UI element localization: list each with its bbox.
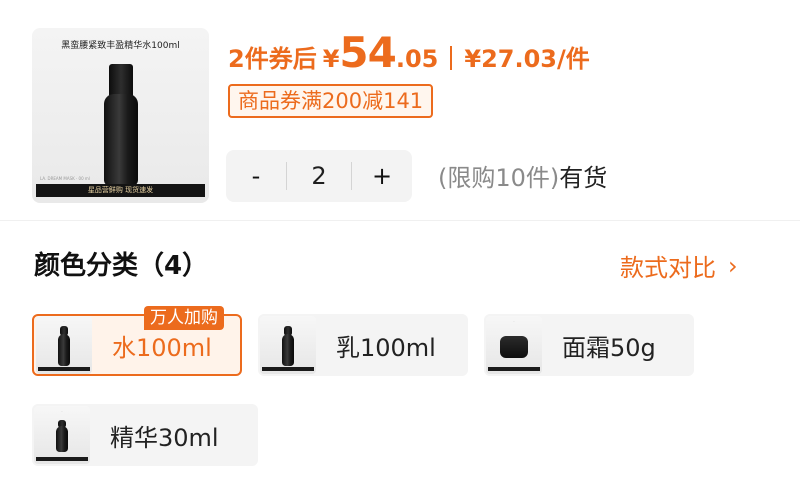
style-compare-link[interactable]: 款式对比 ›: [620, 248, 738, 283]
variant-thumbnail: .: [260, 316, 316, 374]
variant-thumbnail-caption: .: [513, 319, 515, 323]
variant-thumbnail-caption: .: [287, 319, 289, 323]
product-image-caption: 黑蛮腰紧致丰盈精华水100ml: [61, 41, 180, 51]
bottle-cap-graphic: [109, 64, 133, 98]
variant-thumbnail-caption: .: [63, 319, 65, 323]
stock-status: 有货: [559, 164, 608, 192]
per-item-price: ¥27.03/件: [464, 45, 590, 73]
purchase-limit: (限购10件): [438, 164, 560, 192]
price-decimal: .05: [395, 45, 439, 73]
variant-thumbnail-banner: [38, 367, 90, 371]
variant-thumbnail-banner: [36, 457, 88, 461]
variant-label: 精华30ml: [110, 423, 219, 452]
coupon-badge[interactable]: 商品券满200减141: [228, 84, 434, 118]
bottle-graphic: [104, 94, 138, 186]
variant-label: 水100ml: [112, 333, 212, 362]
product-image[interactable]: 黑蛮腰紧致丰盈精华水100ml LA. DREAM MASK · 00 ml 星…: [32, 28, 209, 203]
variant-section-title: 颜色分类（4）: [34, 251, 209, 281]
section-divider: [0, 220, 800, 221]
bottle-graphic: [58, 334, 70, 366]
product-image-fineprint: LA. DREAM MASK · 00 ml: [40, 176, 90, 181]
bottle-graphic: [282, 334, 294, 366]
price-integer: 54: [339, 28, 396, 77]
quantity-value[interactable]: 2: [286, 162, 352, 190]
increase-button[interactable]: +: [352, 162, 412, 190]
variant-thumbnail: .: [34, 406, 90, 464]
quantity-stepper: - 2 +: [226, 150, 412, 202]
price-currency: ¥: [322, 45, 340, 73]
variant-thumbnail: .: [486, 316, 542, 374]
variant-thumbnail-caption: .: [61, 409, 63, 413]
hot-badge: 万人加购: [144, 306, 224, 330]
decrease-button[interactable]: -: [226, 162, 286, 190]
variant-option-lotion[interactable]: . 乳100ml: [258, 314, 468, 376]
bottle-graphic: [56, 426, 68, 452]
price-line: 2件券后 ¥ 54 .05 ¥27.03/件: [228, 28, 590, 80]
variant-thumbnail-banner: [488, 367, 540, 371]
variant-label: 面霜50g: [562, 333, 656, 362]
chevron-right-icon: ›: [728, 251, 738, 280]
variant-option-cream[interactable]: . 面霜50g: [484, 314, 694, 376]
stock-info: (限购10件)有货: [438, 158, 607, 193]
product-image-banner: 星品营鲜购 现货速发: [36, 184, 205, 197]
price-prefix: 2件券后: [228, 45, 317, 73]
jar-graphic: [500, 336, 528, 358]
price-divider: [450, 46, 453, 70]
variant-option-essence[interactable]: . 精华30ml: [32, 404, 258, 466]
variant-thumbnail: .: [36, 316, 92, 374]
style-compare-label: 款式对比: [620, 254, 716, 282]
variant-thumbnail-banner: [262, 367, 314, 371]
variant-label: 乳100ml: [336, 333, 436, 362]
